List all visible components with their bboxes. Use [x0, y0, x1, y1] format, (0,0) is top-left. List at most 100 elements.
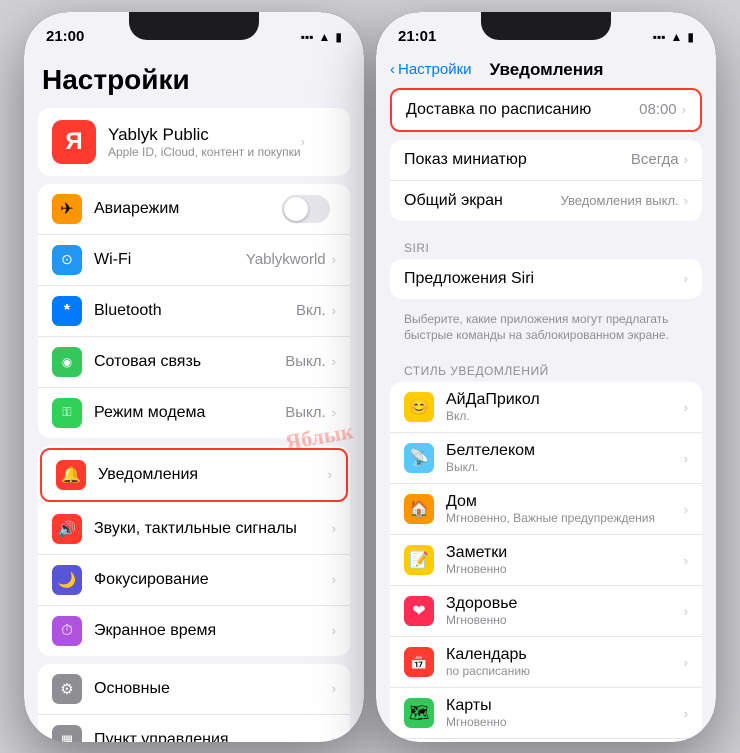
notifications-content: Уведомления: [98, 466, 328, 484]
style-section-header: СТИЛЬ УВЕДОМЛЕНИЙ: [376, 352, 716, 382]
signal-icon-r: ▪▪▪: [653, 30, 666, 44]
time-left: 21:00: [46, 28, 84, 45]
hotspot-label: Режим модема: [94, 404, 285, 422]
app-row-appletv[interactable]: ⌨ Клавиатура Apple TV Мгновенно ›: [390, 739, 702, 741]
screen-value: Уведомления выкл.: [560, 193, 678, 208]
settings-row-hotspot[interactable]: ⚿ Режим модема Выкл. ›: [38, 388, 350, 438]
wifi-label: Wi-Fi: [94, 251, 246, 269]
profile-info: Yablyk Public Apple ID, iCloud, контент …: [108, 125, 301, 159]
health-name: Здоровье Мгновенно: [446, 595, 684, 627]
right-phone: 21:01 ▪▪▪ ▲ ▮ ‹ Настройки Уведомления До…: [376, 12, 716, 742]
status-icons-left: ▪▪▪ ▲ ▮: [301, 30, 342, 44]
cellular-content: Сотовая связь: [94, 353, 285, 371]
settings-row-screentime[interactable]: ⏱ Экранное время ›: [38, 606, 350, 656]
connectivity-section: ✈ Авиарежим ⊙ Wi-Fi Yablykworld ›: [38, 184, 350, 438]
delivery-value: 08:00: [639, 101, 677, 118]
sounds-label: Звуки, тактильные сигналы: [94, 520, 332, 538]
hotspot-content: Режим модема: [94, 404, 285, 422]
dom-icon: 🏠: [404, 494, 434, 524]
notifications-screen: Доставка по расписанию 08:00 › Показ мин…: [376, 88, 716, 742]
bluetooth-chevron: ›: [332, 303, 336, 318]
screen-row[interactable]: Общий экран Уведомления выкл. ›: [390, 181, 702, 221]
beltelecom-name: Белтелеком Выкл.: [446, 442, 684, 474]
notif-options-section: Показ миниатюр Всегда › Общий экран Увед…: [390, 140, 702, 221]
settings-row-general[interactable]: ⚙ Основные ›: [38, 664, 350, 715]
time-right: 21:01: [398, 28, 436, 45]
app-row-health[interactable]: ❤ Здоровье Мгновенно ›: [390, 586, 702, 637]
maps-name: Карты Мгновенно: [446, 697, 684, 729]
focus-icon: 🌙: [52, 565, 82, 595]
hotspot-icon: ⚿: [52, 398, 82, 428]
general-label: Основные: [94, 680, 332, 698]
app-row-aidaprikol[interactable]: 😊 АйДаПрикол Вкл. ›: [390, 382, 702, 433]
focus-content: Фокусирование: [94, 571, 332, 589]
control-icon: ▦: [52, 725, 82, 742]
back-button[interactable]: ‹ Настройки: [390, 61, 472, 78]
screentime-chevron: ›: [332, 623, 336, 638]
app-row-notes[interactable]: 📝 Заметки Мгновенно ›: [390, 535, 702, 586]
sounds-content: Звуки, тактильные сигналы: [94, 520, 332, 538]
screen-chevron: ›: [684, 193, 688, 208]
profile-row[interactable]: Я Yablyk Public Apple ID, iCloud, контен…: [38, 108, 350, 176]
signal-icon: ▪▪▪: [301, 30, 314, 44]
thumbnails-chevron: ›: [684, 152, 688, 167]
thumbnails-value: Всегда: [631, 151, 679, 168]
status-icons-right: ▪▪▪ ▲ ▮: [653, 30, 694, 44]
settings-row-control[interactable]: ▦ Пункт управления ›: [38, 715, 350, 742]
aidaprikol-name: АйДаПрикол Вкл.: [446, 391, 684, 423]
app-row-calendar[interactable]: 📅 Календарь по расписанию ›: [390, 637, 702, 688]
profile-icon: Я: [52, 120, 96, 164]
airplane-toggle[interactable]: [282, 195, 330, 223]
calendar-name: Календарь по расписанию: [446, 646, 684, 678]
cellular-value: Выкл.: [285, 353, 325, 370]
notifications-icon: 🔔: [56, 460, 86, 490]
settings-row-airplane[interactable]: ✈ Авиарежим: [38, 184, 350, 235]
settings-title: Настройки: [24, 56, 364, 108]
settings-row-wifi[interactable]: ⊙ Wi-Fi Yablykworld ›: [38, 235, 350, 286]
app-row-dom[interactable]: 🏠 Дом Мгновенно, Важные предупреждения ›: [390, 484, 702, 535]
settings-row-bluetooth[interactable]: * Bluetooth Вкл. ›: [38, 286, 350, 337]
hotspot-value: Выкл.: [285, 404, 325, 421]
wifi-value: Yablykworld: [246, 251, 326, 268]
control-content: Пункт управления: [94, 731, 332, 742]
siri-row[interactable]: Предложения Siri ›: [390, 259, 702, 299]
app-row-maps[interactable]: 🗺 Карты Мгновенно ›: [390, 688, 702, 739]
profile-name: Yablyk Public: [108, 125, 301, 145]
screentime-icon: ⏱: [52, 616, 82, 646]
thumbnails-row[interactable]: Показ миниатюр Всегда ›: [390, 140, 702, 181]
general-icon: ⚙: [52, 674, 82, 704]
bluetooth-icon: *: [52, 296, 82, 326]
thumbnails-label: Показ миниатюр: [404, 151, 631, 169]
hotspot-chevron: ›: [332, 405, 336, 420]
sounds-chevron: ›: [332, 521, 336, 536]
wifi-content: Wi-Fi: [94, 251, 246, 269]
notes-icon: 📝: [404, 545, 434, 575]
beltelecom-icon: 📡: [404, 443, 434, 473]
airplane-label: Авиарежим: [94, 200, 282, 218]
delivery-section-highlighted: Доставка по расписанию 08:00 ›: [390, 88, 702, 132]
screentime-label: Экранное время: [94, 622, 332, 640]
cellular-icon: ◉: [52, 347, 82, 377]
screen-label: Общий экран: [404, 192, 560, 210]
bluetooth-value: Вкл.: [296, 302, 326, 319]
calendar-icon: 📅: [404, 647, 434, 677]
settings-row-sounds[interactable]: 🔊 Звуки, тактильные сигналы ›: [38, 504, 350, 555]
notch-left: [129, 12, 259, 40]
app-row-beltelecom[interactable]: 📡 Белтелеком Выкл. ›: [390, 433, 702, 484]
control-label: Пункт управления: [94, 731, 332, 742]
left-phone: 21:00 ▪▪▪ ▲ ▮ Настройки Я Yablyk Public …: [24, 12, 364, 742]
delivery-row[interactable]: Доставка по расписанию 08:00 ›: [392, 90, 700, 130]
battery-icon-r: ▮: [687, 30, 694, 44]
health-icon: ❤: [404, 596, 434, 626]
control-chevron: ›: [332, 732, 336, 742]
settings-row-focus[interactable]: 🌙 Фокусирование ›: [38, 555, 350, 606]
system-section: 🔔 Уведомления › 🔊 Звуки, тактильные сигн…: [38, 446, 350, 656]
notifications-label: Уведомления: [98, 466, 328, 484]
screentime-content: Экранное время: [94, 622, 332, 640]
settings-row-cellular[interactable]: ◉ Сотовая связь Выкл. ›: [38, 337, 350, 388]
notes-name: Заметки Мгновенно: [446, 544, 684, 576]
sounds-icon: 🔊: [52, 514, 82, 544]
siri-label: Предложения Siri: [404, 270, 684, 288]
bluetooth-content: Bluetooth: [94, 302, 296, 320]
settings-row-notifications[interactable]: 🔔 Уведомления ›: [40, 448, 348, 502]
